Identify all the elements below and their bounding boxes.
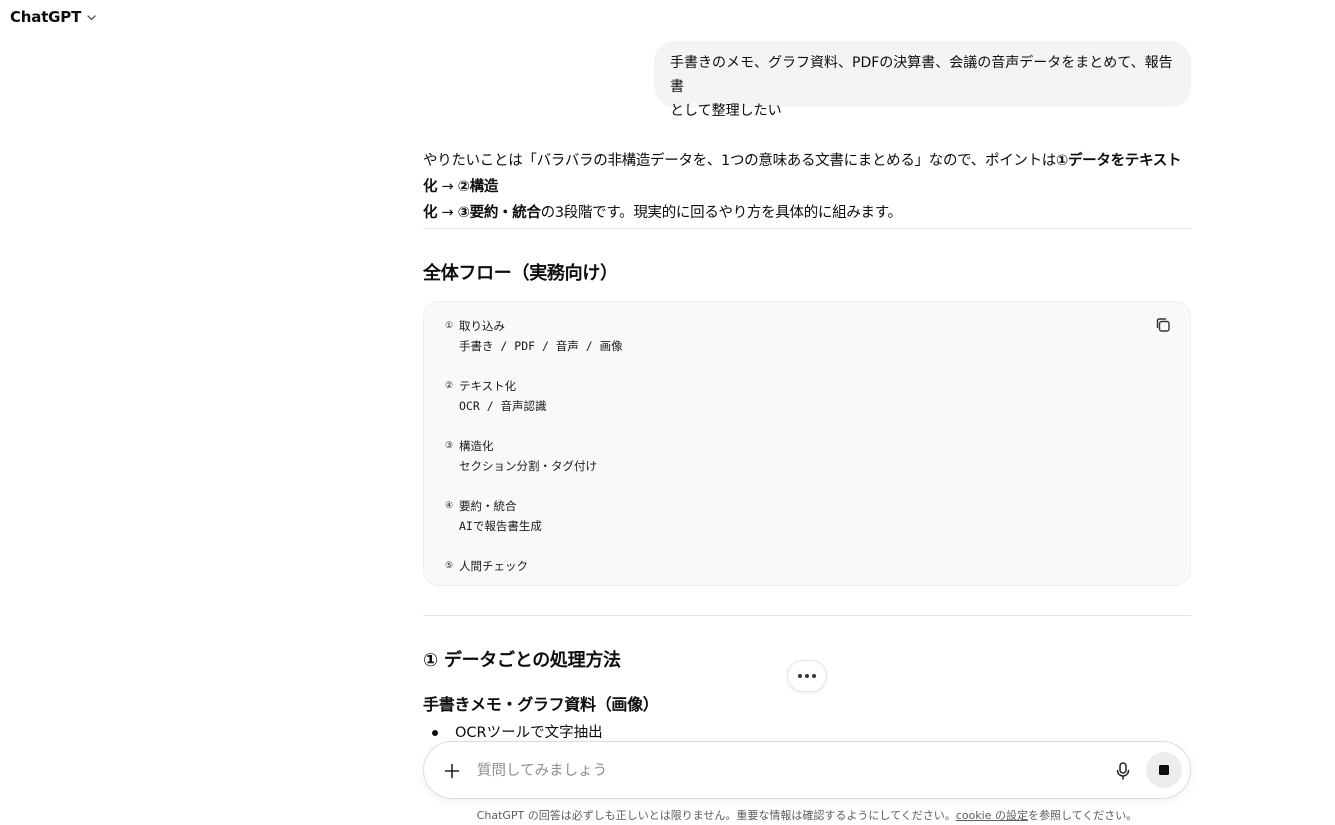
flow-step: ④ 要約・統合 AIで報告書生成	[444, 496, 623, 536]
flow-number: ③	[444, 441, 454, 451]
model-name: ChatGPT	[10, 8, 82, 26]
plus-icon	[444, 763, 460, 779]
dot-icon	[812, 674, 816, 678]
flow-step-detail: 手書き / PDF / 音声 / 画像	[459, 339, 623, 353]
flow-number: ②	[444, 381, 454, 391]
intro-bold: 化	[423, 205, 438, 221]
intro-bold: ③要約・統合	[457, 205, 541, 221]
more-options-button[interactable]	[787, 660, 827, 692]
user-message-line: 手書きのメモ、グラフ資料、PDFの決算書、会議の音声データをまとめて、報告書	[670, 55, 1173, 95]
flow-number: ①	[444, 321, 454, 331]
message-input[interactable]	[477, 759, 1077, 783]
bullet-dot-icon	[432, 730, 438, 736]
flow-step: ② テキスト化 OCR / 音声認識	[444, 376, 623, 416]
section-heading: 全体フロー（実務向け）	[423, 263, 618, 284]
flow-step-title: テキスト化	[459, 379, 517, 393]
dot-icon	[805, 674, 809, 678]
disclaimer-text: ChatGPT の回答は必ずしも正しいとは限りません。重要な情報は確認するように…	[476, 809, 956, 822]
section-heading: ① データごとの処理方法	[423, 650, 621, 671]
flow-step-detail: セクション分割・タグ付け	[459, 459, 597, 473]
flow-step: ① 取り込み 手書き / PDF / 音声 / 画像	[444, 316, 623, 356]
flow-step-title: 取り込み	[459, 319, 505, 333]
copy-code-button[interactable]	[1152, 314, 1174, 336]
copy-icon	[1156, 318, 1170, 332]
disclaimer: ChatGPT の回答は必ずしも正しいとは限りません。重要な情報は確認するように…	[423, 807, 1191, 823]
model-switcher[interactable]: ChatGPT	[10, 6, 97, 28]
flow-step: ③ 構造化 セクション分割・タグ付け	[444, 436, 623, 476]
subsection-heading: 手書きメモ・グラフ資料（画像）	[423, 695, 659, 714]
user-message-line: として整理したい	[670, 103, 782, 119]
add-attachment-button[interactable]	[440, 759, 464, 783]
code-block: ① 取り込み 手書き / PDF / 音声 / 画像 ② テキスト化 OCR / 音…	[423, 301, 1191, 586]
intro-arrow: →	[437, 205, 458, 221]
chevron-down-icon	[86, 12, 97, 23]
flow-step-title: 要約・統合	[459, 499, 517, 513]
flow-number: ⑤	[444, 561, 454, 571]
chat-app: ChatGPT 手書きのメモ、グラフ資料、PDFの決算書、会議の音声データをまと…	[0, 0, 1335, 825]
dictate-button[interactable]	[1112, 759, 1134, 783]
flow-step-detail: OCR / 音声認識	[459, 399, 547, 413]
stop-generating-button[interactable]	[1146, 752, 1182, 788]
intro-arrow: →	[437, 179, 458, 195]
assistant-intro-paragraph: やりたいことは「バラバラの非構造データを、1つの意味ある文書にまとめる」なので、…	[423, 148, 1191, 226]
intro-text: やりたいことは「バラバラの非構造データを、1つの意味ある文書にまとめる」なので、…	[423, 153, 1056, 169]
microphone-icon	[1116, 762, 1130, 780]
divider	[423, 615, 1191, 616]
flow-step-title: 構造化	[459, 439, 494, 453]
intro-bold: ②構造	[457, 179, 499, 195]
flow-number: ④	[444, 501, 454, 511]
intro-text: の3段階です。現実的に回るやり方を具体的に組みます。	[540, 205, 902, 221]
disclaimer-text: を参照してください。	[1027, 809, 1138, 822]
stop-icon	[1159, 765, 1169, 775]
cookie-settings-link[interactable]: cookie の設定	[956, 809, 1028, 822]
user-message-bubble: 手書きのメモ、グラフ資料、PDFの決算書、会議の音声データをまとめて、報告書 と…	[654, 41, 1191, 119]
message-composer	[423, 741, 1191, 799]
flow-step-detail: AIで報告書生成	[459, 519, 542, 533]
divider	[423, 228, 1191, 229]
flow-step-title: 人間チェック	[459, 559, 528, 573]
flow-list: ① 取り込み 手書き / PDF / 音声 / 画像 ② テキスト化 OCR / 音…	[444, 316, 623, 596]
dot-icon	[798, 674, 802, 678]
flow-step: ⑤ 人間チェック	[444, 556, 623, 576]
